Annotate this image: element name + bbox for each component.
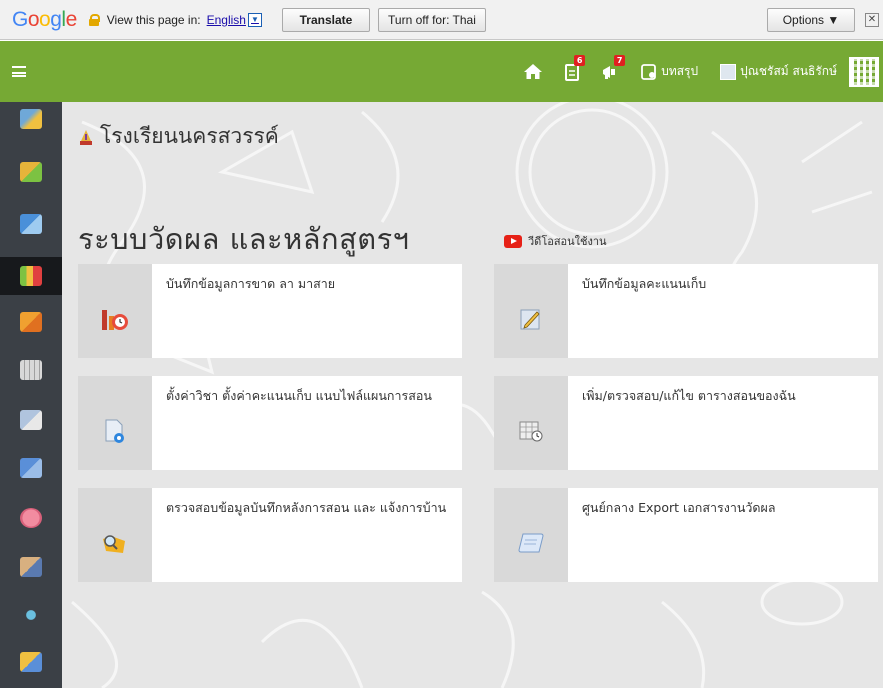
card-icon-box [494,488,568,582]
summary-label: บทสรุป [661,64,699,78]
people-icon [20,162,42,182]
card-icon-box [494,376,568,470]
video-tutorial-label: วีดีโอสอนใช้งาน [528,235,607,248]
video-tutorial-link[interactable]: วีดีโอสอนใช้งาน [504,232,607,250]
sidebar-item-measurement[interactable] [0,257,62,295]
card-teaching-log[interactable]: ตรวจสอบข้อมูลบันทึกหลังการสอน และ แจ้งกา… [78,488,462,582]
google-translate-bar: Google View this page in: English ▼ Tran… [0,0,883,40]
edit-score-icon [520,309,540,330]
sidebar-item-network[interactable] [0,600,62,630]
sidebar-item-document[interactable] [0,405,62,435]
card-record-scores-label: บันทึกข้อมูลคะแนนเก็บ [582,276,707,291]
sidebar-item-cloud[interactable] [0,453,62,483]
turn-off-translation-button[interactable]: Turn off for: Thai [377,7,486,32]
avatar [720,63,737,80]
summary-button[interactable]: บทสรุป [641,62,698,81]
card-export-center-label: ศูนย์กลาง Export เอกสารงานวัดผล [582,500,776,515]
search-folder-icon [103,535,125,553]
card-attendance[interactable]: บันทึกข้อมูลการขาด ลา มาสาย [78,264,462,358]
piggy-bank-icon [20,508,42,528]
settings-doc-icon [105,419,124,443]
card-icon-box [78,488,152,582]
book-icon [20,214,42,234]
qr-code-icon[interactable] [849,56,879,87]
card-timetable-label: เพิ่ม/ตรวจสอบ/แก้ไข ตารางสอนของฉัน [582,388,796,403]
lock-icon [88,13,100,26]
language-select[interactable]: English ▼ [206,12,262,27]
export-scroll-icon [518,533,544,553]
summary-icon [641,63,657,80]
notification-button[interactable]: 6 [565,54,586,81]
card-teaching-log-label: ตรวจสอบข้อมูลบันทึกหลังการสอน และ แจ้งกา… [166,500,447,515]
user-profile-button[interactable]: ปุณชรัสม์ สนธิรักษ์ [720,62,837,81]
card-subject-settings[interactable]: ตั้งค่าวิชา ตั้งค่าคะแนนเก็บ แนบไฟล์แผนก… [78,376,462,470]
sidebar-item-calendar[interactable] [0,355,62,385]
card-record-scores[interactable]: บันทึกข้อมูลคะแนนเก็บ [494,264,878,358]
app-header: 6 7 บทสรุป ปุณชรัสม์ สนธิรักษ์ [0,41,883,102]
sidebar-item-users-group[interactable] [0,104,62,134]
view-in-label: View this page in: [106,12,201,27]
document-icon [20,410,42,430]
sidebar-item-teacher[interactable] [0,552,62,582]
language-label: English [206,12,246,27]
attendance-icon [102,310,128,330]
sidebar-item-folder[interactable] [0,647,62,677]
sidebar-item-thumbs-up[interactable] [0,307,62,337]
translate-button[interactable]: Translate [281,7,370,32]
network-icon [20,605,42,625]
calendar-icon [20,360,42,380]
youtube-icon [504,234,522,248]
school-name: โรงเรียนนครสวรรค์ [100,124,279,148]
card-icon-box [78,376,152,470]
notification-badge: 6 [574,54,586,66]
page-title: ระบบวัดผล และหลักสูตรฯ [78,222,410,256]
sidebar-item-piggy-bank[interactable] [0,503,62,533]
folder-icon [20,652,42,672]
dropdown-icon: ▼ [247,12,262,27]
main-content: โรงเรียนนครสวรรค์ ระบบวัดผล และหลักสูตรฯ… [62,102,883,688]
google-logo: Google [12,7,77,31]
card-attendance-label: บันทึกข้อมูลการขาด ลา มาสาย [166,276,336,291]
home-icon[interactable] [523,63,543,80]
menu-icon[interactable] [12,66,26,77]
bar-chart-icon [20,266,42,286]
alert-button[interactable]: 7 [601,54,626,81]
teacher-icon [20,557,42,577]
alert-badge: 7 [614,54,626,66]
sidebar-item-book[interactable] [0,209,62,239]
school-header: โรงเรียนนครสวรรค์ [78,120,279,153]
close-icon[interactable]: ✕ [865,12,879,27]
sidebar [0,102,62,688]
card-icon-box [494,264,568,358]
cloud-upload-icon [20,458,42,478]
users-group-icon [20,109,42,129]
thumbs-up-icon [20,312,42,332]
card-export-center[interactable]: ศูนย์กลาง Export เอกสารงานวัดผล [494,488,878,582]
options-button[interactable]: Options ▼ [767,7,855,32]
card-icon-box [78,264,152,358]
school-logo-icon [78,129,94,145]
card-timetable[interactable]: เพิ่ม/ตรวจสอบ/แก้ไข ตารางสอนของฉัน [494,376,878,470]
user-name: ปุณชรัสม์ สนธิรักษ์ [740,64,837,78]
sidebar-item-people[interactable] [0,157,62,187]
card-subject-settings-label: ตั้งค่าวิชา ตั้งค่าคะแนนเก็บ แนบไฟล์แผนก… [166,388,432,403]
timetable-icon [519,421,543,442]
